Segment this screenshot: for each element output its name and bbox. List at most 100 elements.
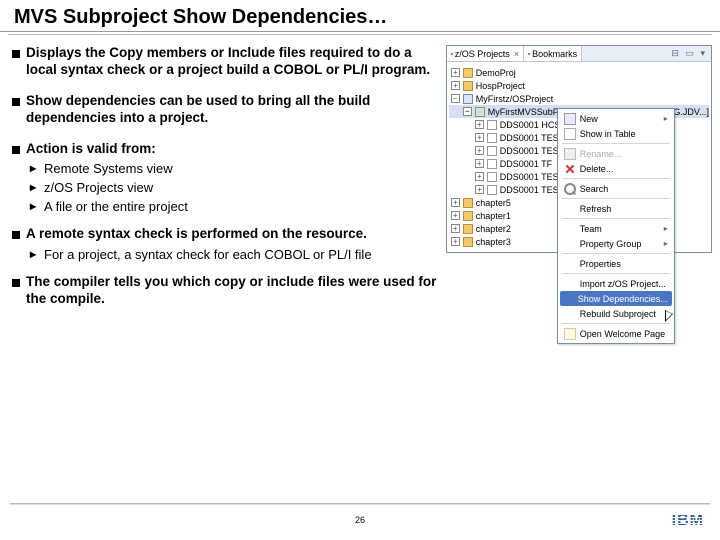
bullet-icon <box>12 231 20 239</box>
menu-label: Refresh <box>580 204 612 214</box>
expand-icon[interactable]: + <box>475 146 484 155</box>
node-label: chapter3 <box>476 237 511 247</box>
expand-icon[interactable]: − <box>451 94 460 103</box>
expand-icon[interactable]: − <box>463 107 472 116</box>
node-label: DDS0001 TES <box>500 185 559 195</box>
welcome-icon <box>564 328 576 340</box>
new-icon <box>564 113 576 125</box>
expand-icon[interactable]: + <box>451 211 460 220</box>
node-label: DemoProj <box>476 68 516 78</box>
menu-show-dependencies[interactable]: Show Dependencies... <box>560 291 672 306</box>
arrow-icon: ▸ <box>30 247 40 263</box>
tab-bookmarks[interactable]: Bookmarks <box>524 46 582 61</box>
menu-refresh[interactable]: Refresh <box>560 201 672 216</box>
menu-separator <box>562 218 670 219</box>
menu-separator <box>562 323 670 324</box>
ide-screenshot: z/OS Projects × Bookmarks ⊟ ▭ ▾ + DemoPro… <box>446 45 712 253</box>
expand-icon[interactable]: + <box>475 120 484 129</box>
bullet-3: Action is valid from: <box>12 141 438 158</box>
ibm-logo: IBM <box>672 512 704 530</box>
menu-rename[interactable]: Rename... <box>560 146 672 161</box>
menu-label: Rename... <box>580 149 622 159</box>
sub-text: z/OS Projects view <box>44 180 153 197</box>
sub-text: Remote Systems view <box>44 161 173 178</box>
bullet-icon <box>12 279 20 287</box>
tree-node[interactable]: − MyFirstz/OSProject <box>449 92 709 105</box>
expand-icon[interactable]: + <box>475 185 484 194</box>
node-label: DDS0001 TES <box>500 172 559 182</box>
tab-label: z/OS Projects <box>455 49 510 59</box>
prop-group-icon <box>564 238 576 250</box>
menu-open-welcome[interactable]: Open Welcome Page <box>560 326 672 341</box>
view-tabs: z/OS Projects × Bookmarks ⊟ ▭ ▾ <box>447 46 711 62</box>
sub-text: For a project, a syntax check for each C… <box>44 247 372 264</box>
file-icon <box>487 159 497 169</box>
expand-icon[interactable]: + <box>451 81 460 90</box>
folder-icon <box>463 81 473 91</box>
menu-new[interactable]: New <box>560 111 672 126</box>
menu-label: Properties <box>580 259 621 269</box>
rename-icon <box>564 148 576 160</box>
close-icon[interactable]: × <box>514 49 519 59</box>
bullet-2: Show dependencies can be used to bring a… <box>12 93 438 127</box>
page-number: 26 <box>355 515 365 525</box>
properties-icon <box>564 258 576 270</box>
tree-node[interactable]: +HospProject <box>449 79 709 92</box>
menu-show-in-table[interactable]: Show in Table <box>560 126 672 141</box>
folder-icon <box>463 237 473 247</box>
sub-bullet: ▸For a project, a syntax check for each … <box>30 247 438 264</box>
sub-bullet: ▸z/OS Projects view <box>30 180 438 197</box>
menu-properties[interactable]: Properties <box>560 256 672 271</box>
delete-icon <box>564 163 576 175</box>
node-label: DDS0001 TES <box>500 133 559 143</box>
menu-team[interactable]: Team <box>560 221 672 236</box>
arrow-icon: ▸ <box>30 180 40 196</box>
refresh-icon <box>564 203 576 215</box>
menu-label: Open Welcome Page <box>580 329 665 339</box>
menu-delete[interactable]: Delete... <box>560 161 672 176</box>
folder-icon <box>463 211 473 221</box>
screenshot-column: z/OS Projects × Bookmarks ⊟ ▭ ▾ + DemoPro… <box>446 45 712 322</box>
tab-toolbar-icons[interactable]: ⊟ ▭ ▾ <box>667 46 711 61</box>
expand-icon[interactable]: + <box>451 237 460 246</box>
slide-title: MVS Subproject Show Dependencies… <box>0 6 720 32</box>
file-icon <box>487 172 497 182</box>
bullet-5: The compiler tells you which copy or inc… <box>12 274 438 308</box>
proj-icon <box>451 53 453 55</box>
expand-icon[interactable]: + <box>475 159 484 168</box>
node-label: DDS0001 TF <box>500 159 552 169</box>
expand-icon[interactable]: + <box>451 224 460 233</box>
expand-icon[interactable]: + <box>451 68 460 77</box>
file-icon <box>487 146 497 156</box>
text-column: Displays the Copy members or Include fil… <box>8 45 438 322</box>
tree-node[interactable]: + DemoProj <box>449 66 709 79</box>
expand-icon[interactable]: + <box>451 198 460 207</box>
tab-zos-projects[interactable]: z/OS Projects × <box>447 46 524 61</box>
import-icon <box>564 278 576 290</box>
menu-label: Show Dependencies... <box>578 294 668 304</box>
menu-separator <box>562 273 670 274</box>
subproject-icon <box>475 107 485 117</box>
node-label: DDS0001 HCS <box>500 120 561 130</box>
menu-rebuild[interactable]: Rebuild Subproject <box>560 306 672 321</box>
bullet-4-text: A remote syntax check is performed on th… <box>26 226 367 243</box>
context-menu: New Show in Table Rename... Delete... Se… <box>557 108 675 344</box>
bullet-4: A remote syntax check is performed on th… <box>12 226 438 243</box>
folder-icon <box>463 198 473 208</box>
menu-label: Delete... <box>580 164 614 174</box>
menu-separator <box>562 178 670 179</box>
expand-icon[interactable]: + <box>475 133 484 142</box>
node-label: DDS0001 TES <box>500 146 559 156</box>
bullet-3-text: Action is valid from: <box>26 141 156 158</box>
folder-icon <box>463 68 473 78</box>
menu-separator <box>562 198 670 199</box>
menu-label: Property Group <box>580 239 642 249</box>
expand-icon[interactable]: + <box>475 172 484 181</box>
menu-search[interactable]: Search <box>560 181 672 196</box>
bullet-icon <box>12 98 20 106</box>
bullet-1-text: Displays the Copy members or Include fil… <box>26 45 438 79</box>
menu-import[interactable]: Import z/OS Project... <box>560 276 672 291</box>
rebuild-icon <box>564 308 576 320</box>
node-label: MyFirstz/OSProject <box>476 94 554 104</box>
menu-property-group[interactable]: Property Group <box>560 236 672 251</box>
